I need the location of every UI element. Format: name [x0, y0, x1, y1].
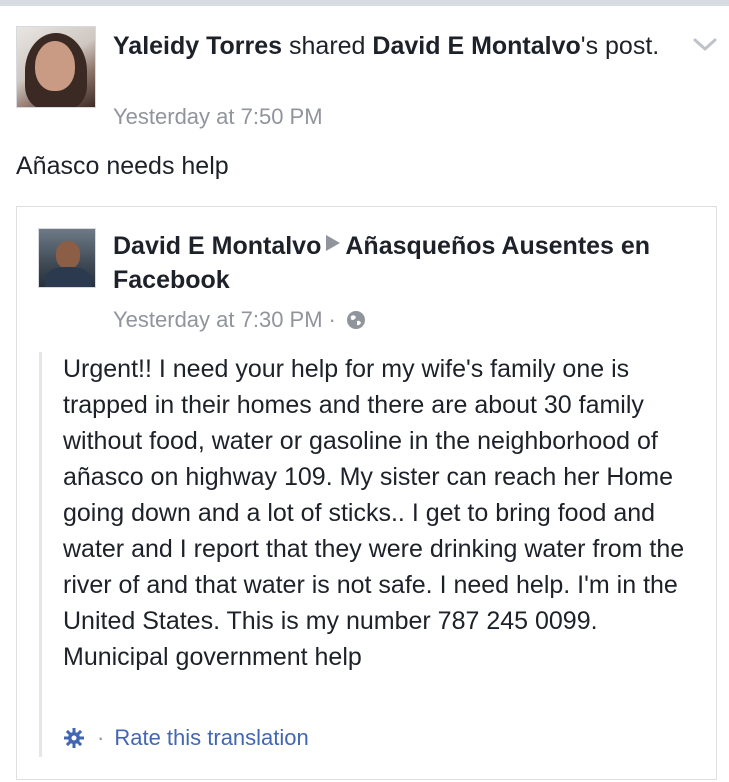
chevron-down-icon[interactable] [692, 34, 718, 56]
post-meta: Yesterday at 7:30 PM · [113, 307, 366, 333]
triangle-right-icon [326, 235, 341, 251]
translation-quote-bar [39, 352, 42, 757]
avatar-shoulders [45, 267, 91, 287]
post-suffix: 's post. [580, 32, 660, 60]
post-body: Urgent!! I need your help for my wife's … [63, 355, 685, 671]
top-divider [0, 0, 729, 6]
avatar-face [35, 41, 75, 91]
gear-icon[interactable] [63, 727, 85, 749]
rate-translation-link[interactable]: Rate this translation [114, 725, 308, 751]
globe-icon [346, 311, 365, 329]
author-name-link[interactable]: David E Montalvo [113, 232, 321, 260]
shared-post-card: David E Montalvo Añasqueños Ausentes en F… [16, 206, 717, 780]
translation-dot: · [97, 725, 105, 750]
share-caption: Añasco needs help [16, 152, 229, 180]
share-timestamp[interactable]: Yesterday at 7:50 PM [113, 104, 323, 130]
sharer-avatar[interactable] [16, 26, 96, 108]
post-title: David E Montalvo Añasqueños Ausentes en F… [113, 229, 703, 297]
author-avatar[interactable] [38, 228, 96, 288]
post-timestamp[interactable]: Yesterday at 7:30 PM [113, 307, 323, 332]
sharer-name-link[interactable]: Yaleidy Torres [113, 32, 282, 60]
meta-dot: · [328, 307, 336, 332]
original-author-link[interactable]: David E Montalvo [372, 32, 580, 60]
share-header: Yaleidy Torres shared David E Montalvo's… [113, 30, 673, 62]
translation-row: · Rate this translation [63, 725, 309, 751]
shared-text: shared [282, 32, 373, 60]
avatar-head [56, 241, 80, 269]
